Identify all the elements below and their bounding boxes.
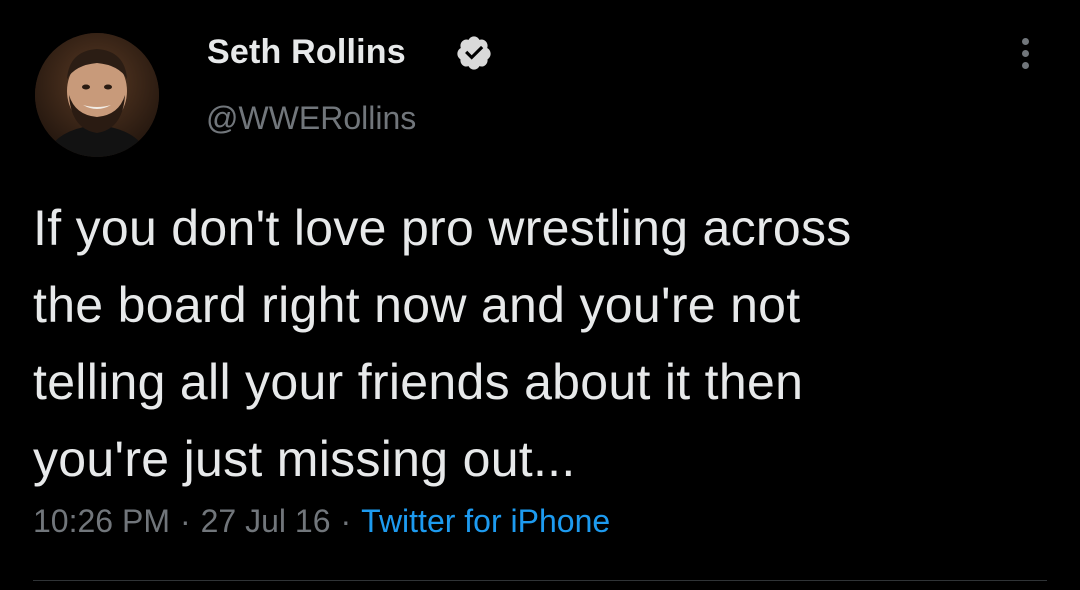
- tweet-time[interactable]: 10:26 PM: [33, 503, 170, 539]
- meta-separator: ·: [179, 503, 191, 539]
- more-dot: [1021, 38, 1029, 45]
- avatar[interactable]: [35, 33, 159, 157]
- avatar-photo: [35, 33, 159, 157]
- verified-badge-icon: [457, 36, 491, 70]
- user-handle[interactable]: @WWERollins: [206, 100, 416, 137]
- display-name[interactable]: Seth Rollins: [207, 33, 406, 72]
- divider: [33, 580, 1047, 581]
- tweet-card: Seth Rollins @WWERollins If you don't lo…: [0, 0, 1080, 590]
- tweet-source-link[interactable]: Twitter for iPhone: [361, 503, 610, 539]
- more-dot: [1021, 50, 1029, 57]
- tweet-text: If you don't love pro wrestling across t…: [33, 200, 852, 487]
- tweet-meta: 10:26 PM · 27 Jul 16 · Twitter for iPhone: [33, 503, 610, 540]
- meta-separator: ·: [340, 503, 352, 539]
- more-options-icon[interactable]: [1010, 38, 1040, 76]
- more-dot: [1021, 62, 1029, 69]
- tweet-date[interactable]: 27 Jul 16: [201, 503, 331, 539]
